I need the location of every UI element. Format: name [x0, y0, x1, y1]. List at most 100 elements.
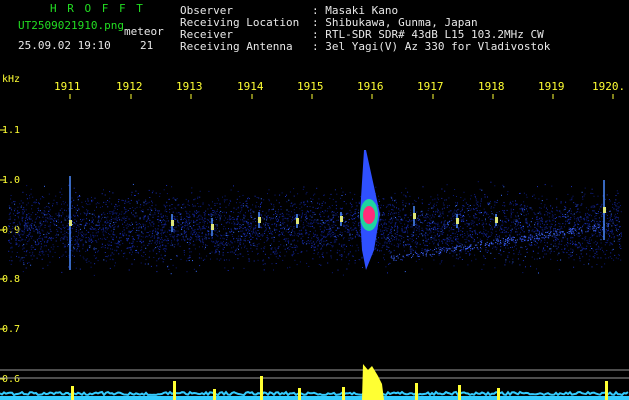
noise-pixel — [299, 226, 301, 228]
noise-pixel — [493, 214, 494, 216]
noise-pixel — [229, 199, 231, 201]
noise-pixel — [43, 196, 45, 198]
noise-pixel — [426, 222, 428, 224]
noise-pixel — [402, 259, 403, 261]
noise-pixel — [429, 242, 431, 244]
noise-pixel — [457, 202, 458, 204]
noise-pixel — [215, 224, 217, 226]
noise-pixel — [597, 195, 599, 197]
noise-pixel — [500, 219, 501, 221]
noise-pixel — [610, 213, 612, 215]
noise-pixel — [109, 197, 111, 199]
noise-pixel — [156, 260, 158, 262]
noise-pixel — [20, 258, 22, 260]
noise-pixel — [494, 226, 496, 228]
noise-pixel — [517, 221, 519, 223]
noise-pixel — [105, 231, 107, 233]
noise-pixel — [132, 223, 133, 225]
noise-pixel — [119, 233, 121, 235]
noise-pixel — [504, 264, 506, 266]
noise-pixel — [287, 238, 289, 240]
noise-pixel — [346, 224, 348, 226]
noise-pixel — [588, 215, 590, 216]
noise-pixel — [145, 254, 146, 255]
noise-pixel — [457, 258, 459, 260]
noise-pixel — [305, 233, 307, 235]
noise-pixel — [521, 207, 523, 209]
noise-pixel — [515, 248, 517, 250]
noise-pixel — [243, 221, 245, 223]
noise-pixel — [553, 236, 555, 238]
noise-pixel — [313, 236, 315, 237]
noise-pixel — [165, 222, 166, 224]
noise-pixel — [487, 250, 489, 252]
noise-pixel — [601, 230, 603, 232]
noise-pixel — [316, 187, 318, 189]
noise-pixel — [289, 215, 291, 217]
noise-pixel — [270, 248, 272, 250]
noise-pixel — [480, 200, 482, 202]
noise-pixel — [233, 224, 235, 226]
noise-pixel — [39, 222, 41, 224]
noise-pixel — [320, 211, 322, 213]
noise-pixel — [592, 210, 594, 212]
noise-pixel — [284, 255, 286, 257]
noise-pixel — [273, 204, 275, 206]
noise-pixel — [416, 211, 417, 213]
noise-pixel — [496, 202, 498, 203]
noise-pixel — [609, 236, 611, 238]
noise-pixel — [594, 212, 596, 214]
noise-pixel — [593, 195, 595, 197]
noise-pixel — [87, 249, 89, 251]
noise-pixel — [127, 240, 129, 242]
noise-pixel — [269, 227, 270, 228]
noise-pixel — [312, 241, 314, 243]
noise-pixel — [341, 195, 343, 196]
noise-pixel — [286, 229, 288, 230]
noise-pixel — [287, 220, 289, 222]
noise-pixel — [358, 209, 359, 211]
noise-pixel — [617, 235, 619, 237]
noise-pixel — [145, 203, 147, 205]
noise-pixel — [456, 254, 458, 256]
noise-pixel — [8, 218, 10, 220]
noise-pixel — [22, 234, 24, 236]
noise-pixel — [115, 216, 117, 218]
noise-pixel — [231, 230, 233, 232]
noise-pixel — [126, 258, 128, 260]
noise-pixel — [620, 248, 622, 249]
noise-pixel — [144, 226, 146, 228]
noise-pixel — [580, 250, 582, 252]
noise-pixel — [305, 212, 307, 214]
noise-pixel — [235, 229, 237, 231]
noise-pixel — [449, 210, 451, 212]
noise-pixel — [553, 217, 555, 219]
noise-pixel — [132, 245, 134, 247]
noise-pixel — [170, 259, 172, 260]
noise-pixel — [324, 222, 326, 224]
noise-pixel — [97, 228, 99, 230]
noise-pixel — [199, 236, 201, 238]
noise-pixel — [303, 201, 305, 203]
noise-pixel — [100, 229, 102, 231]
noise-pixel — [195, 233, 197, 235]
noise-pixel — [148, 189, 150, 191]
noise-pixel — [296, 246, 298, 248]
noise-pixel — [194, 248, 196, 250]
noise-pixel — [468, 206, 470, 208]
noise-pixel — [575, 212, 577, 214]
noise-pixel — [82, 206, 84, 208]
noise-pixel — [214, 227, 216, 229]
noise-pixel — [271, 233, 273, 235]
noise-pixel — [282, 219, 284, 221]
noise-pixel — [292, 255, 294, 257]
noise-pixel — [141, 249, 143, 251]
noise-pixel — [410, 251, 412, 253]
noise-pixel — [432, 241, 434, 243]
noise-pixel — [483, 256, 485, 258]
noise-pixel — [199, 240, 201, 241]
noise-pixel — [518, 234, 520, 236]
noise-pixel — [72, 236, 74, 238]
noise-pixel — [284, 240, 286, 242]
noise-pixel — [605, 229, 607, 231]
